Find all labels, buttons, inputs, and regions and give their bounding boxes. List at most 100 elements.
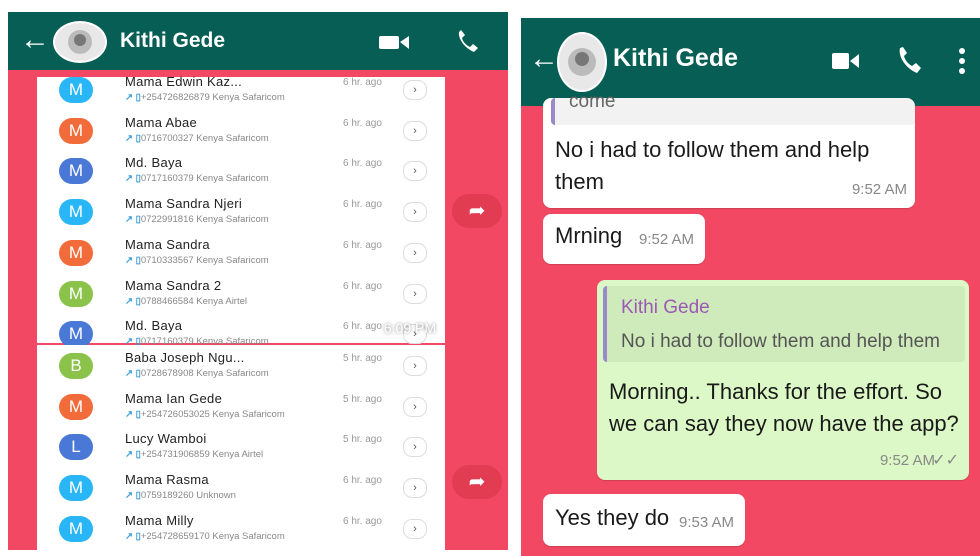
contact-initial-avatar: B (59, 353, 93, 379)
contact-name: Md. Baya (125, 318, 183, 334)
quoted-text: come (569, 91, 616, 112)
call-log-row[interactable]: M Mama Milly ↗ ▯+254728659170 Kenya Safari… (37, 510, 445, 550)
call-log-row[interactable]: M Mama Sandra Njeri ↗ ▯0722991816 Kenya Sa… (37, 193, 445, 234)
call-log-row[interactable]: B Baba Joseph Ngu... ↗ ▯0728678908 Kenya S… (37, 347, 445, 388)
video-call-icon[interactable] (377, 32, 413, 52)
call-log-row[interactable]: M Mama Ian Gede ↗ ▯+254726053025 Kenya Saf… (37, 388, 445, 429)
contact-number: ↗ ▯+254728659170 Kenya Safaricom (125, 530, 285, 542)
contact-name[interactable]: Kithi Gede (120, 29, 225, 53)
incoming-message[interactable]: come No i had to follow them and help th… (543, 91, 915, 208)
call-log-row[interactable]: M Mama Sandra 2 ↗ ▯0788466584 Kenya Airtel… (37, 275, 445, 316)
screenshot-timestamp: 6:09 PM (383, 320, 436, 336)
contact-name[interactable]: Kithi Gede (613, 44, 738, 73)
call-time-ago: 5 hr. ago (343, 393, 382, 405)
share-icon: ➦ (468, 200, 486, 222)
contact-initial-avatar: M (59, 77, 93, 103)
contact-name: Md. Baya (125, 155, 183, 171)
contact-number: ↗ ▯+254726053025 Kenya Safaricom (125, 408, 285, 420)
call-time-ago: 6 hr. ago (343, 321, 382, 333)
call-log-row[interactable]: M Mama Sandra ↗ ▯0710333567 Kenya Safarico… (37, 234, 445, 275)
call-time-ago: 6 hr. ago (343, 77, 382, 88)
contact-initial-avatar: M (59, 321, 93, 348)
contact-name: Lucy Wamboi (125, 431, 207, 447)
message-time: 9:53 AM (679, 514, 735, 531)
contact-initial-avatar: M (59, 280, 93, 307)
outgoing-message[interactable]: Kithi Gede No i had to follow them and h… (597, 280, 969, 480)
phone-icon[interactable] (454, 29, 482, 55)
chevron-right-icon[interactable]: › (403, 80, 427, 100)
call-log-row[interactable]: L Lucy Wamboi ↗ ▯+254731906859 Kenya Airte… (37, 428, 445, 469)
more-vertical-icon[interactable] (957, 46, 967, 76)
chevron-right-icon[interactable]: › (403, 518, 427, 539)
contact-initial-avatar: M (59, 199, 93, 226)
forward-button[interactable]: ➦ (452, 194, 502, 228)
message-text: them (555, 169, 604, 194)
contact-name: Mama Milly (125, 512, 194, 528)
outgoing-call-icon: ↗ ▯ (125, 214, 141, 226)
contact-number: ↗ ▯0728678908 Kenya Safaricom (125, 368, 269, 379)
message-text: No i had to follow them and help (555, 137, 870, 162)
chevron-right-icon[interactable]: › (403, 120, 427, 141)
call-time-ago: 5 hr. ago (343, 434, 382, 446)
contact-number: ↗ ▯0717160379 Kenya Safaricom (125, 173, 269, 185)
contact-name: Mama Sandra 2 (125, 277, 222, 293)
call-time-ago: 6 hr. ago (343, 515, 382, 527)
chevron-right-icon[interactable]: › (403, 437, 427, 458)
message-text: Morning.. Thanks for the effort. So (609, 379, 943, 404)
quoted-message: Kithi Gede No i had to follow them and h… (603, 286, 965, 362)
chevron-right-icon[interactable]: › (403, 396, 427, 417)
incoming-message[interactable]: Yes they do 9:53 AM (543, 494, 745, 546)
call-time-ago: 6 hr. ago (343, 475, 382, 487)
arrow-left-icon[interactable]: ← (20, 25, 50, 55)
contact-number: ↗ ▯0710333567 Kenya Safaricom (125, 254, 269, 266)
contact-number: ↗ ▯0722991816 Kenya Safaricom (125, 214, 269, 226)
outgoing-call-icon: ↗ ▯ (125, 490, 141, 502)
call-time-ago: 5 hr. ago (343, 353, 382, 364)
call-time-ago: 6 hr. ago (343, 239, 382, 251)
call-time-ago: 6 hr. ago (343, 117, 382, 129)
call-log-row[interactable]: M Mama Abae ↗ ▯0716700327 Kenya Safaricom 6… (37, 112, 445, 153)
contact-initial-avatar: M (59, 475, 93, 502)
chevron-right-icon[interactable]: › (403, 242, 427, 263)
outgoing-call-icon: ↗ ▯ (125, 132, 141, 144)
contact-initial-avatar: M (59, 158, 93, 185)
contact-name: Mama Rasma (125, 472, 209, 488)
call-time-ago: 6 hr. ago (343, 280, 382, 292)
call-log-row[interactable]: M Mama Rasma ↗ ▯0759189260 Unknown 6 hr. ag… (37, 469, 445, 510)
message-time: 9:52 AM (851, 181, 907, 198)
phone-icon[interactable] (895, 46, 923, 76)
outgoing-call-icon: ↗ ▯ (125, 368, 141, 379)
left-screenshot: ← Kithi Gede M Mama Edwin Kaz... ↗ ▯+25472… (8, 12, 508, 550)
message-text: Mrning (555, 223, 623, 248)
chevron-right-icon[interactable]: › (403, 161, 427, 182)
contact-name: Mama Ian Gede (125, 390, 223, 406)
arrow-left-icon[interactable]: ← (529, 44, 559, 74)
chevron-right-icon[interactable]: › (403, 202, 427, 223)
outgoing-call-icon: ↗ ▯ (125, 449, 141, 461)
read-receipt-icon: ✓✓ (932, 452, 959, 469)
contact-name: Mama Abae (125, 114, 198, 130)
forward-button[interactable]: ➦ (452, 465, 502, 499)
contact-name: Baba Joseph Ngu... (125, 350, 245, 365)
quoted-text: No i had to follow them and help them (621, 331, 940, 352)
incoming-message[interactable]: Mrning 9:52 AM (543, 214, 705, 264)
contact-number: ↗ ▯0788466584 Kenya Airtel (125, 295, 247, 307)
chevron-right-icon[interactable]: › (403, 356, 427, 376)
share-icon: ➦ (468, 471, 486, 493)
message-time: 9:52 AM (879, 452, 935, 469)
video-call-icon[interactable] (831, 50, 861, 72)
chevron-right-icon[interactable]: › (403, 283, 427, 304)
outgoing-call-icon: ↗ ▯ (125, 254, 141, 266)
call-log-row[interactable]: M Mama Edwin Kaz... ↗ ▯+254726826879 Kenya… (37, 71, 445, 112)
outgoing-call-icon: ↗ ▯ (125, 173, 141, 185)
call-log-row[interactable]: M Md. Baya ↗ ▯0717160379 Kenya Safaricom 6 … (37, 152, 445, 193)
outgoing-call-icon: ↗ ▯ (125, 408, 141, 420)
contact-number: ↗ ▯+254726826879 Kenya Safaricom (125, 92, 285, 103)
contact-name: Mama Sandra (125, 236, 210, 252)
contact-avatar[interactable] (557, 32, 607, 92)
chevron-right-icon[interactable]: › (403, 478, 427, 499)
contact-number: ↗ ▯+254731906859 Kenya Airtel (125, 449, 264, 461)
contact-avatar[interactable] (53, 21, 107, 63)
right-screenshot: ← Kithi Gede come No i had to follow the… (521, 18, 980, 556)
contact-number: ↗ ▯0716700327 Kenya Safaricom (125, 132, 269, 144)
